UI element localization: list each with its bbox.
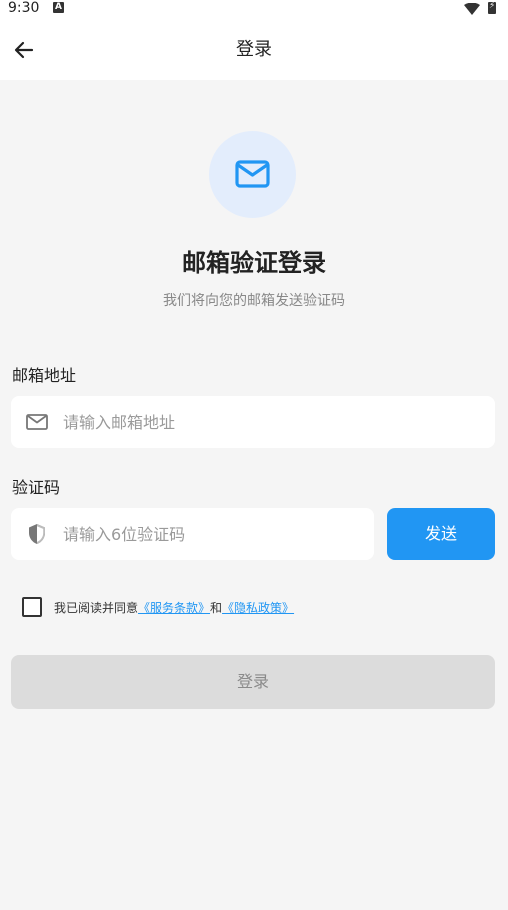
app-bar: 登录 <box>0 16 508 80</box>
agreement-prefix: 我已阅读并同意 <box>54 601 139 615</box>
mail-outline-icon <box>26 414 48 430</box>
shield-icon <box>29 524 45 544</box>
notification-glyph: A <box>55 2 62 12</box>
battery-icon: ⚡ <box>488 1 496 14</box>
agreement-text: 我已阅读并同意《服务条款》和《隐私政策》 <box>54 600 294 616</box>
page-title: 登录 <box>236 39 272 60</box>
agreement-checkbox[interactable] <box>22 597 42 617</box>
email-label: 邮箱地址 <box>12 366 77 385</box>
email-field-container[interactable] <box>11 396 495 448</box>
notification-icon: A <box>53 2 64 13</box>
login-subheading: 我们将向您的邮箱发送验证码 <box>163 293 345 309</box>
code-field-container[interactable] <box>11 508 374 560</box>
send-code-button[interactable]: 发送 <box>387 508 495 560</box>
status-bar: 9:30 A ⚡ <box>0 0 508 16</box>
code-input[interactable] <box>63 508 362 560</box>
email-input[interactable] <box>63 396 483 448</box>
privacy-link[interactable]: 《隐私政策》 <box>222 601 294 615</box>
wifi-icon <box>464 3 480 15</box>
login-button[interactable]: 登录 <box>11 655 495 709</box>
terms-link[interactable]: 《服务条款》 <box>138 601 210 615</box>
mail-icon-circle <box>209 131 296 218</box>
agreement-conjunction: 和 <box>210 601 223 615</box>
mail-icon <box>235 160 270 188</box>
code-label: 验证码 <box>12 478 61 497</box>
status-time: 9:30 <box>8 0 40 16</box>
login-heading: 邮箱验证登录 <box>182 249 326 277</box>
